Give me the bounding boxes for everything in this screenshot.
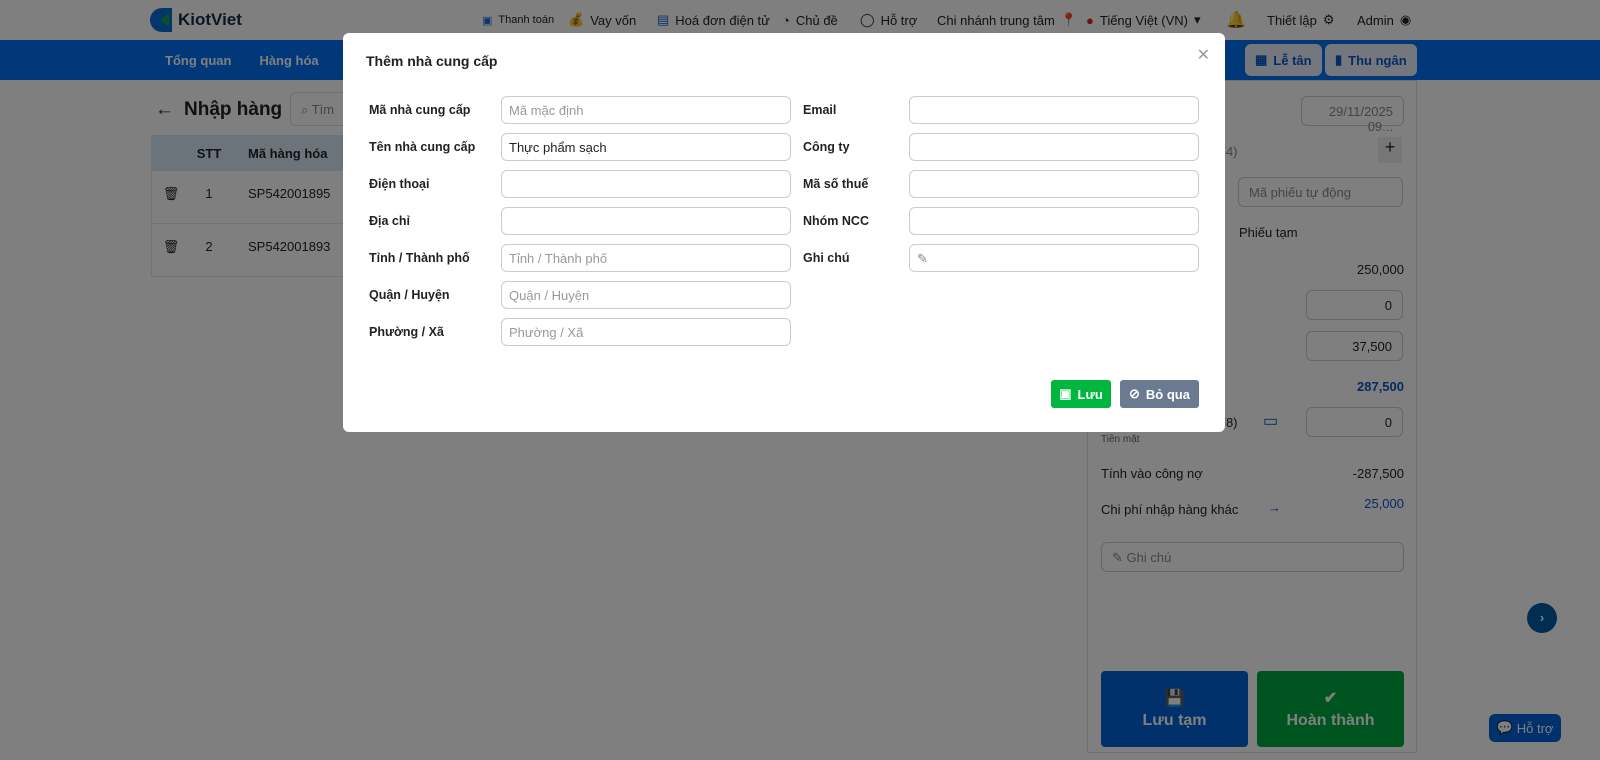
supplier-field: Nhóm NCC bbox=[803, 207, 1199, 235]
field-input[interactable]: Thực phẩm sạch bbox=[501, 133, 791, 161]
field-input[interactable]: Tỉnh / Thành phố bbox=[501, 244, 791, 272]
supplier-field: Mã số thuế bbox=[803, 170, 1199, 198]
field-input[interactable] bbox=[909, 96, 1199, 124]
field-input[interactable] bbox=[909, 170, 1199, 198]
field-label: Tên nhà cung cấp bbox=[369, 140, 476, 154]
field-label: Email bbox=[803, 103, 837, 117]
field-value: Phường / Xã bbox=[509, 325, 584, 340]
supplier-field: Địa chỉ bbox=[369, 207, 791, 235]
field-value: Mã mặc định bbox=[509, 103, 584, 118]
field-input[interactable] bbox=[909, 207, 1199, 235]
field-value: Tỉnh / Thành phố bbox=[509, 251, 608, 266]
field-label: Tỉnh / Thành phố bbox=[369, 251, 470, 265]
field-input[interactable]: Mã mặc định bbox=[501, 96, 791, 124]
supplier-field: Công ty bbox=[803, 133, 1199, 161]
supplier-field: Tỉnh / Thành phố Tỉnh / Thành phố bbox=[369, 244, 791, 272]
pencil-icon: ✎ bbox=[917, 251, 928, 266]
supplier-field: Ghi chú ✎ bbox=[803, 244, 1199, 272]
floppy-icon: ▣ bbox=[1059, 386, 1072, 401]
field-value: Quận / Huyện bbox=[509, 288, 590, 303]
save-button[interactable]: ▣ Lưu bbox=[1051, 380, 1111, 408]
field-label: Quận / Huyện bbox=[369, 288, 450, 302]
field-value: Thực phẩm sạch bbox=[509, 140, 607, 155]
field-input[interactable]: ✎ bbox=[909, 244, 1199, 272]
field-label: Mã số thuế bbox=[803, 177, 869, 191]
field-label: Nhóm NCC bbox=[803, 214, 869, 228]
field-input[interactable]: Phường / Xã bbox=[501, 318, 791, 346]
supplier-field: Tên nhà cung cấp Thực phẩm sạch bbox=[369, 133, 791, 161]
close-icon[interactable]: ✕ bbox=[1197, 45, 1210, 65]
save-label: Lưu bbox=[1077, 386, 1103, 402]
dialog-title: Thêm nhà cung cấp bbox=[366, 53, 498, 69]
supplier-field: Email bbox=[803, 96, 1199, 124]
field-label: Mã nhà cung cấp bbox=[369, 103, 471, 117]
field-input[interactable] bbox=[909, 133, 1199, 161]
field-label: Địa chỉ bbox=[369, 214, 410, 228]
cancel-label: Bỏ qua bbox=[1145, 386, 1190, 402]
field-input[interactable] bbox=[501, 170, 791, 198]
supplier-field: Quận / Huyện Quận / Huyện bbox=[369, 281, 791, 309]
field-input[interactable]: Quận / Huyện bbox=[501, 281, 791, 309]
cancel-button[interactable]: ⊘ Bỏ qua bbox=[1120, 380, 1199, 408]
add-supplier-dialog: Thêm nhà cung cấp ✕ Mã nhà cung cấp Mã mặ… bbox=[343, 33, 1225, 432]
field-label: Công ty bbox=[803, 140, 850, 154]
field-input[interactable] bbox=[501, 207, 791, 235]
ban-icon: ⊘ bbox=[1129, 386, 1140, 401]
supplier-field: Mã nhà cung cấp Mã mặc định bbox=[369, 96, 791, 124]
field-label: Ghi chú bbox=[803, 251, 850, 265]
field-label: Phường / Xã bbox=[369, 325, 444, 339]
field-label: Điện thoại bbox=[369, 177, 430, 191]
supplier-field: Phường / Xã Phường / Xã bbox=[369, 318, 791, 346]
supplier-field: Điện thoại bbox=[369, 170, 791, 198]
